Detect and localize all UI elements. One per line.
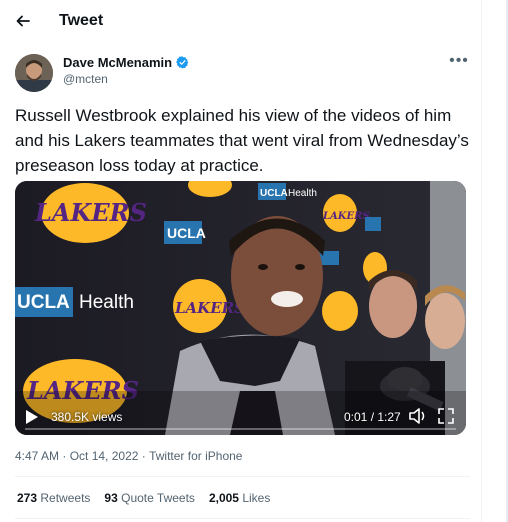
play-button[interactable] <box>25 409 41 425</box>
tweet-video[interactable]: LAKERS LAKERS LAKERS LAKERS UCLA Health <box>15 181 466 435</box>
ucla-health-sign-2: UCLA <box>164 221 206 244</box>
lakers-logo-5 <box>322 291 358 331</box>
likes-label: Likes <box>242 491 271 505</box>
volume-icon <box>409 408 425 424</box>
meta-separator-2: · <box>138 449 150 463</box>
page-title: Tweet <box>59 12 104 29</box>
retweets-count: 273 <box>17 491 38 505</box>
video-frame: LAKERS LAKERS LAKERS LAKERS UCLA Health <box>15 181 466 435</box>
svg-text:Health: Health <box>288 188 317 199</box>
tweet-date[interactable]: Oct 14, 2022 <box>70 449 139 463</box>
retweets-label: Retweets <box>40 491 91 505</box>
tweet-stats: 273 Retweets 93 Quote Tweets 2,005 Likes <box>17 491 270 505</box>
fullscreen-button[interactable] <box>437 407 455 425</box>
verified-badge-icon <box>176 56 189 69</box>
tweet-time[interactable]: 4:47 AM <box>15 449 59 463</box>
svg-text:UCLA: UCLA <box>260 188 288 199</box>
author-handle[interactable]: @mcten <box>63 72 108 86</box>
quote-tweets-label: Quote Tweets <box>121 491 195 505</box>
meta-separator-1: · <box>59 449 70 463</box>
divider <box>15 476 470 477</box>
likes-stat[interactable]: 2,005 Likes <box>209 491 270 505</box>
author-name[interactable]: Dave McMenamin <box>63 55 189 70</box>
back-button[interactable] <box>10 8 36 34</box>
quote-tweets-stat[interactable]: 93 Quote Tweets <box>104 491 195 505</box>
quote-tweets-count: 93 <box>104 491 118 505</box>
volume-button[interactable] <box>408 407 428 425</box>
author-name-text: Dave McMenamin <box>63 55 173 70</box>
tweet-source[interactable]: Twitter for iPhone <box>149 449 242 463</box>
avatar-image <box>15 54 53 92</box>
fullscreen-icon <box>438 408 454 424</box>
tweet-meta: 4:47 AM · Oct 14, 2022 · Twitter for iPh… <box>15 449 242 463</box>
svg-text:UCLA: UCLA <box>167 225 206 241</box>
lakers-wordmark-1: LAKERS <box>34 198 147 227</box>
video-time: 0:01 / 1:27 <box>344 410 401 424</box>
video-view-count: 380.5K views <box>51 410 123 424</box>
column-divider <box>481 0 482 522</box>
svg-text:UCLA: UCLA <box>17 292 70 313</box>
tweet-text: Russell Westbrook explained his view of … <box>15 106 469 175</box>
divider <box>15 518 470 519</box>
top-bar: Tweet <box>0 0 480 44</box>
avatar[interactable] <box>15 54 53 92</box>
play-icon <box>26 410 38 424</box>
likes-count: 2,005 <box>208 491 239 505</box>
video-progress-bar[interactable] <box>25 428 456 430</box>
svg-text:Health: Health <box>79 292 134 313</box>
lakers-wordmark-4: LAKERS <box>174 299 245 317</box>
more-options-button[interactable]: ••• <box>448 52 470 72</box>
lakers-wordmark-3: LAKERS <box>322 211 370 222</box>
back-arrow-icon <box>16 15 30 27</box>
retweets-stat[interactable]: 273 Retweets <box>17 491 90 505</box>
more-dots-icon: ••• <box>449 52 469 69</box>
